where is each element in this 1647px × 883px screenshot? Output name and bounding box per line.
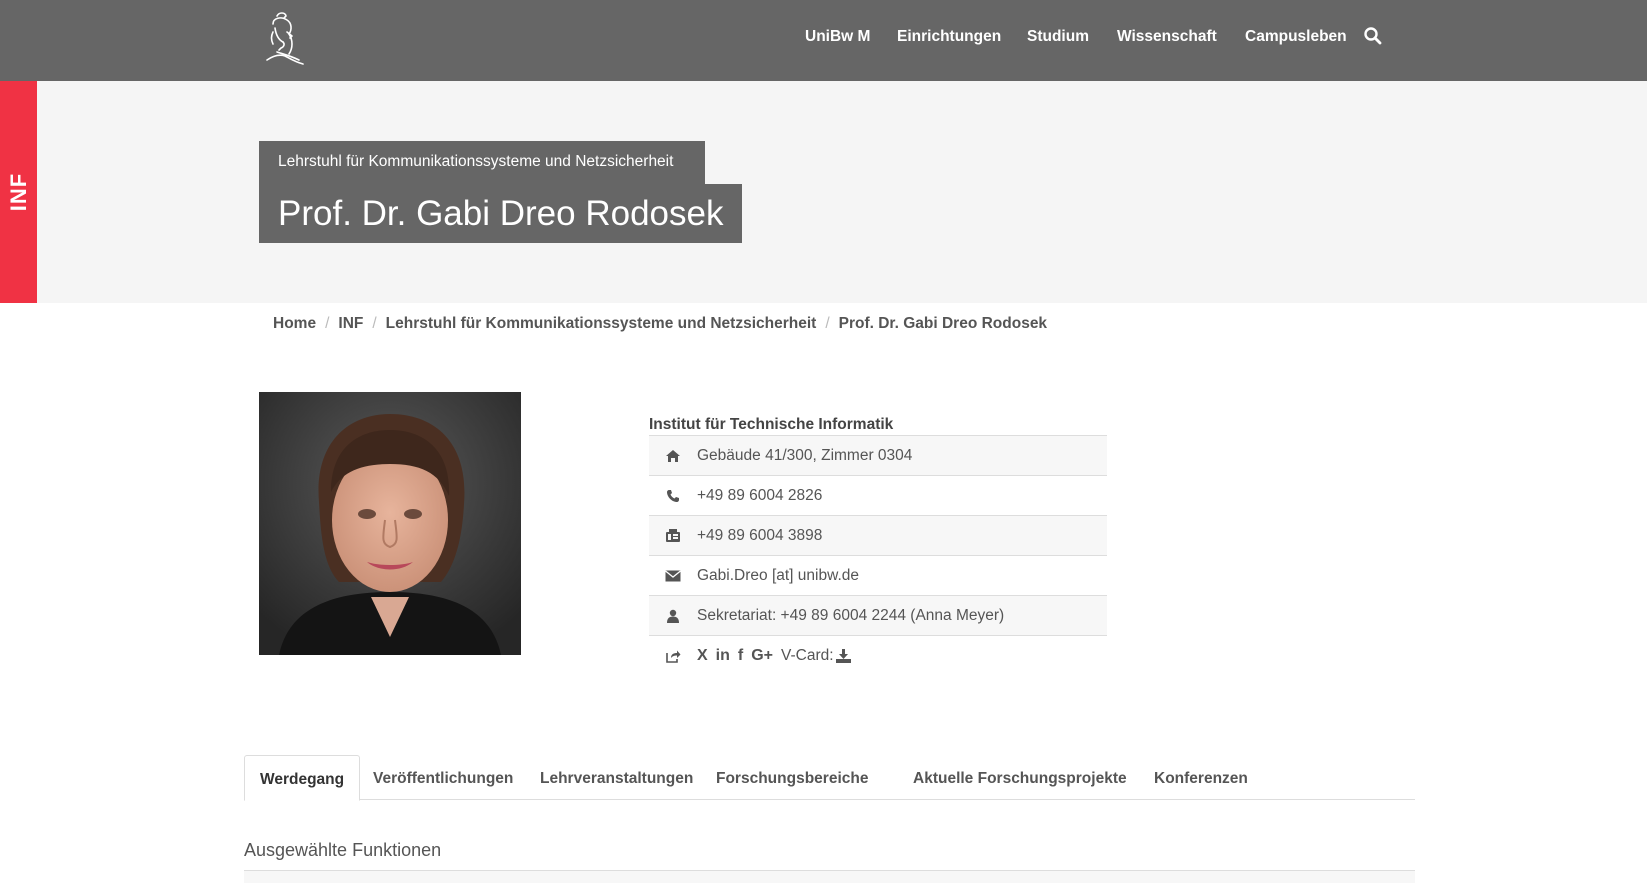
top-navbar: UniBw M Einrichtungen Studium Wissenscha… (0, 0, 1647, 81)
tab-aktuelle-forschungsprojekte[interactable]: Aktuelle Forschungsprojekte (913, 755, 1127, 800)
contact-phone[interactable]: +49 89 6004 2826 (697, 487, 822, 505)
page-header-band (0, 81, 1647, 303)
nav-item-studium[interactable]: Studium (1027, 28, 1089, 46)
share-icon (649, 649, 697, 663)
contact-row-phone: +49 89 6004 2826 (649, 475, 1107, 515)
breadcrumb-separator: / (825, 315, 830, 332)
page-title: Prof. Dr. Gabi Dreo Rodosek (259, 184, 742, 243)
profile-tabs: Werdegang Veröffentlichungen Lehrveranst… (244, 755, 1415, 801)
contact-table: Gebäude 41/300, Zimmer 0304 +49 89 6004 … (649, 435, 1107, 675)
contact-row-room: Gebäude 41/300, Zimmer 0304 (649, 435, 1107, 475)
search-icon[interactable] (1363, 26, 1383, 46)
faculty-side-tab-label: INF (5, 172, 31, 212)
nav-item-campusleben[interactable]: Campusleben (1245, 28, 1347, 46)
faculty-side-tab[interactable]: INF (0, 81, 37, 303)
vcard-label: V-Card: (781, 646, 834, 664)
contact-room: Gebäude 41/300, Zimmer 0304 (697, 446, 913, 464)
page-subtitle: Lehrstuhl für Kommunikationssysteme und … (259, 141, 705, 185)
social-links: X in f G+ V-Card: (697, 647, 851, 665)
tab-konferenzen[interactable]: Konferenzen (1154, 755, 1248, 800)
fax-icon (649, 528, 697, 543)
contact-row-fax: +49 89 6004 3898 (649, 515, 1107, 555)
home-icon (649, 449, 697, 463)
tab-forschungsbereiche[interactable]: Forschungsbereiche (716, 755, 868, 800)
xing-icon[interactable]: X (697, 647, 708, 665)
section-title: Ausgewählte Funktionen (244, 840, 442, 860)
phone-icon (649, 489, 697, 503)
nav-item-einrichtungen[interactable]: Einrichtungen (897, 28, 1001, 46)
tab-lehrveranstaltungen[interactable]: Lehrveranstaltungen (540, 755, 693, 800)
user-icon (649, 609, 697, 623)
contact-email[interactable]: Gabi.Dreo [at] unibw.de (697, 567, 859, 585)
tab-werdegang[interactable]: Werdegang (244, 755, 361, 801)
envelope-icon (649, 569, 697, 582)
contact-secretary: Sekretariat: +49 89 6004 2244 (Anna Meye… (697, 606, 1005, 624)
contact-row-secretary: Sekretariat: +49 89 6004 2244 (Anna Meye… (649, 595, 1107, 635)
university-logo-icon[interactable] (259, 10, 309, 68)
tab-veroeffentlichungen[interactable]: Veröffentlichungen (373, 755, 513, 800)
section-content (244, 871, 1415, 883)
breadcrumb: Home / INF / Lehrstuhl für Kommunikation… (273, 315, 1047, 333)
breadcrumb-home[interactable]: Home (273, 315, 316, 333)
institute-name: Institut für Technische Informatik (649, 416, 894, 433)
breadcrumb-lehrstuhl[interactable]: Lehrstuhl für Kommunikationssysteme und … (386, 315, 817, 333)
google-plus-icon[interactable]: G+ (751, 647, 773, 665)
contact-row-social: X in f G+ V-Card: (649, 635, 1107, 675)
breadcrumb-inf[interactable]: INF (338, 315, 363, 333)
profile-photo (259, 392, 521, 655)
linkedin-icon[interactable]: in (716, 647, 730, 665)
contact-fax: +49 89 6004 3898 (697, 526, 823, 544)
breadcrumb-separator: / (325, 315, 330, 332)
contact-row-email: Gabi.Dreo [at] unibw.de (649, 555, 1107, 595)
nav-item-unibw[interactable]: UniBw M (805, 28, 870, 46)
breadcrumb-separator: / (372, 315, 377, 332)
nav-item-wissenschaft[interactable]: Wissenschaft (1117, 28, 1217, 46)
download-icon[interactable] (835, 648, 851, 663)
breadcrumb-current: Prof. Dr. Gabi Dreo Rodosek (838, 315, 1048, 332)
facebook-icon[interactable]: f (738, 647, 743, 665)
